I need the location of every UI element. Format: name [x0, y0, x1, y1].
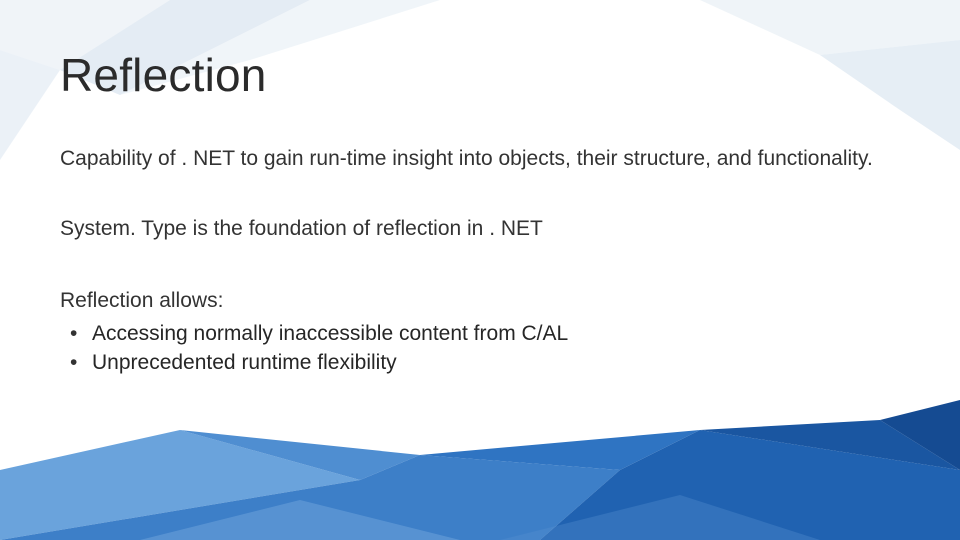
list-item: Accessing normally inaccessible content … [88, 319, 900, 348]
paragraph-allows-head: Reflection allows: [60, 287, 900, 315]
slide-title: Reflection [60, 48, 900, 102]
paragraph-systemtype: System. Type is the foundation of reflec… [60, 216, 900, 242]
paragraph-capability: Capability of . NET to gain run-time ins… [60, 146, 900, 172]
slide: Reflection Capability of . NET to gain r… [0, 0, 960, 540]
slide-content: Reflection Capability of . NET to gain r… [0, 0, 960, 378]
slide-body: Capability of . NET to gain run-time ins… [60, 146, 900, 378]
bullet-list: Accessing normally inaccessible content … [60, 319, 900, 378]
list-item: Unprecedented runtime flexibility [88, 348, 900, 377]
